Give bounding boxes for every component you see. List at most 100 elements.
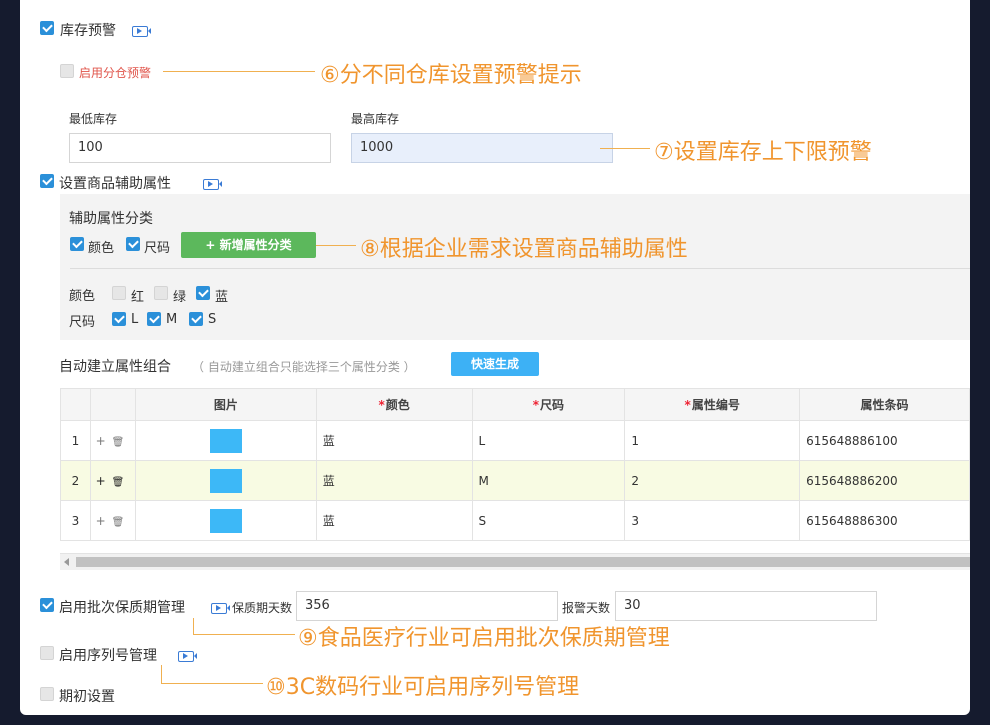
opening-checkbox[interactable] (40, 687, 54, 701)
add-category-button[interactable]: + 新增属性分类 (181, 232, 316, 258)
quick-generate-button[interactable]: 快速生成 (451, 352, 539, 376)
row-barcode[interactable]: 615648886100 (799, 420, 970, 461)
shelf-days-input[interactable]: 356 (296, 591, 558, 621)
scroll-left-icon[interactable] (64, 558, 69, 566)
row-barcode[interactable]: 615648886200 (799, 460, 970, 501)
min-stock-label: 最低库存 (69, 112, 118, 126)
annotation-line (161, 683, 263, 684)
aux-category-title: 辅助属性分类 (69, 211, 153, 227)
batch-checkbox[interactable] (40, 598, 54, 612)
video-icon[interactable] (203, 179, 222, 190)
table-row[interactable]: 1 +🗑 蓝 L 1 615648886100 (60, 420, 970, 461)
warehouse-alert-label: 启用分仓预警 (79, 66, 152, 80)
row-barcode[interactable]: 615648886300 (799, 500, 970, 541)
color-blue-label: 蓝 (215, 290, 229, 305)
video-icon[interactable] (132, 26, 151, 37)
size-row-label: 尺码 (69, 315, 96, 330)
image-thumbnail[interactable] (209, 508, 242, 533)
auto-combo-label: 自动建立属性组合 (59, 359, 171, 375)
color-green-label: 绿 (173, 290, 187, 305)
row-color[interactable]: 蓝 (315, 420, 473, 461)
category-color-label: 颜色 (88, 241, 115, 256)
row-color[interactable]: 蓝 (315, 500, 473, 541)
auto-combo-hint: （ 自动建立组合只能选择三个属性分类 ） (192, 360, 416, 374)
max-stock-input[interactable]: 1000 (351, 133, 613, 163)
table-horizontal-scrollbar[interactable] (60, 553, 970, 570)
annotation-8: ⑧根据企业需求设置商品辅助属性 (360, 237, 688, 262)
size-s-checkbox[interactable] (189, 312, 203, 326)
row-size[interactable]: M (471, 460, 626, 501)
category-color-checkbox[interactable] (70, 237, 84, 251)
plus-icon[interactable]: + (96, 434, 112, 448)
col-image-header: 图片 (134, 388, 317, 421)
scrollbar-thumb[interactable] (76, 557, 970, 567)
annotation-line (316, 245, 356, 246)
trash-icon[interactable]: 🗑 (112, 477, 131, 488)
size-l-checkbox[interactable] (112, 312, 126, 326)
aux-attr-checkbox[interactable] (40, 174, 54, 188)
row-ops: +🗑 (89, 500, 136, 541)
serial-checkbox[interactable] (40, 646, 54, 660)
max-stock-label: 最高库存 (351, 112, 400, 126)
video-icon[interactable] (211, 603, 230, 614)
batch-label: 启用批次保质期管理 (59, 600, 185, 616)
row-ops: +🗑 (89, 420, 136, 461)
annotation-line (163, 71, 315, 72)
trash-icon[interactable]: 🗑 (112, 517, 131, 528)
row-ops: +🗑 (89, 460, 136, 501)
aux-attr-label: 设置商品辅助属性 (59, 176, 171, 192)
annotation-10: ⑩3C数码行业可启用序列号管理 (266, 675, 580, 700)
annotation-line (600, 148, 650, 149)
color-red-checkbox[interactable] (112, 286, 126, 300)
row-code[interactable]: 1 (624, 420, 801, 461)
opening-label: 期初设置 (59, 689, 115, 705)
color-green-checkbox[interactable] (154, 286, 168, 300)
color-blue-checkbox[interactable] (196, 286, 210, 300)
alarm-days-label: 报警天数 (562, 601, 611, 615)
category-size-checkbox[interactable] (126, 237, 140, 251)
row-size[interactable]: S (471, 500, 626, 541)
annotation-line (161, 665, 162, 684)
annotation-6: ⑥分不同仓库设置预警提示 (320, 63, 582, 88)
settings-panel: 库存预警 启用分仓预警 最低库存 100 最高库存 1000 设置商品辅助属性 … (20, 0, 970, 715)
shelf-days-label: 保质期天数 (232, 601, 293, 615)
col-ops (89, 388, 136, 421)
color-red-label: 红 (131, 290, 145, 305)
size-l-label: L (131, 312, 139, 327)
attr-combo-table: 图片 *颜色 *尺码 *属性编号 属性条码 1 +🗑 蓝 L 1 6156488… (60, 388, 970, 541)
table-row[interactable]: 3 +🗑 蓝 S 3 615648886300 (60, 500, 970, 541)
alarm-days-input[interactable]: 30 (615, 591, 877, 621)
min-stock-input[interactable]: 100 (69, 133, 331, 163)
annotation-line (193, 618, 194, 635)
annotation-line (193, 634, 295, 635)
row-image[interactable] (134, 460, 317, 501)
category-size-label: 尺码 (144, 241, 171, 256)
color-row-label: 颜色 (69, 289, 96, 304)
serial-label: 启用序列号管理 (59, 648, 157, 664)
row-index: 2 (60, 460, 91, 501)
image-thumbnail[interactable] (209, 428, 242, 453)
inventory-alert-checkbox[interactable] (40, 21, 54, 35)
trash-icon[interactable]: 🗑 (112, 437, 131, 448)
row-color[interactable]: 蓝 (315, 460, 473, 501)
row-code[interactable]: 2 (624, 460, 801, 501)
row-index: 3 (60, 500, 91, 541)
table-row[interactable]: 2 +🗑 蓝 M 2 615648886200 (60, 460, 970, 501)
row-size[interactable]: L (471, 420, 626, 461)
annotation-9: ⑨食品医疗行业可启用批次保质期管理 (298, 626, 670, 651)
row-code[interactable]: 3 (624, 500, 801, 541)
image-thumbnail[interactable] (209, 468, 242, 493)
plus-icon[interactable]: + (96, 474, 112, 488)
row-image[interactable] (134, 420, 317, 461)
table-header-row: 图片 *颜色 *尺码 *属性编号 属性条码 (60, 388, 970, 421)
size-m-checkbox[interactable] (147, 312, 161, 326)
row-index: 1 (60, 420, 91, 461)
col-index (60, 388, 91, 421)
col-barcode-header: 属性条码 (799, 388, 970, 421)
col-code-header: *属性编号 (624, 388, 801, 421)
video-icon[interactable] (178, 651, 197, 662)
plus-icon[interactable]: + (96, 514, 112, 528)
divider (70, 268, 970, 269)
warehouse-alert-checkbox[interactable] (60, 64, 74, 78)
row-image[interactable] (134, 500, 317, 541)
